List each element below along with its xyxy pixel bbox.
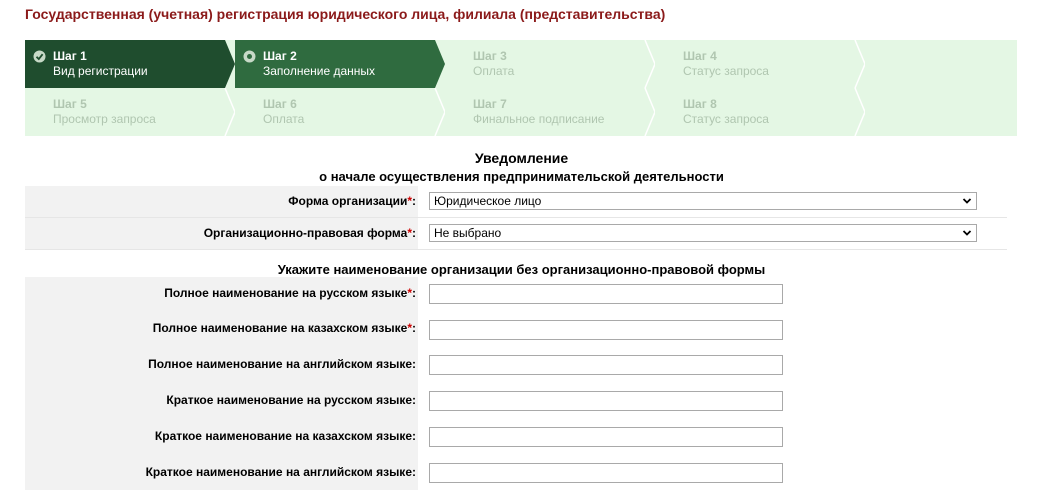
step-2-number: Шаг 2 (263, 49, 297, 63)
notice-title: Уведомление (474, 150, 569, 166)
step-5-number: Шаг 5 (53, 97, 87, 111)
short-name-ru-label: Краткое наименование на русском языке: (166, 393, 416, 407)
legal-form-label-text: Организационно-правовая форма*: (203, 226, 416, 240)
full-name-ru-label: Полное наименование на русском языке*: (164, 286, 416, 300)
wizard-steps: Шаг 1 Вид регистрации Шаг 2 Заполнение д… (25, 40, 1017, 136)
name-field-row: Краткое наименование на русском языке: (25, 382, 1007, 417)
required-mark: * (407, 194, 412, 208)
step-8-label: Статус запроса (683, 112, 769, 126)
step-1-number: Шаг 1 (53, 49, 87, 63)
name-field-label: Краткое наименование на английском языке… (146, 465, 416, 479)
org-form-value: Юридическое лицо (434, 194, 542, 208)
step-5-label: Просмотр запроса (53, 112, 156, 126)
full-name-en-input[interactable] (429, 355, 783, 375)
full-name-kz-label: Полное наименование на казахском языке*: (152, 321, 416, 335)
name-field-label: Полное наименование на английском языке: (148, 357, 416, 371)
step-7-label: Финальное подписание (473, 112, 605, 126)
name-field-row: Полное наименование на английском языке: (25, 347, 1007, 382)
step-8-number: Шаг 8 (683, 97, 717, 111)
wizard-row-1: Шаг 1 Вид регистрации Шаг 2 Заполнение д… (25, 40, 1017, 88)
wizard-row-2: Шаг 5 Просмотр запроса Шаг 6 Оплата Шаг … (25, 88, 1017, 136)
name-field-label: Краткое наименование на русском языке: (166, 393, 416, 407)
step-3-number: Шаг 3 (473, 49, 507, 63)
wizard-step-1[interactable]: Шаг 1 Вид регистрации (25, 40, 235, 88)
wizard-step-4[interactable]: Шаг 4 Статус запроса (655, 40, 865, 88)
wizard-step-6[interactable]: Шаг 6 Оплата (235, 88, 445, 136)
short-name-ru-input[interactable] (429, 391, 783, 411)
legal-form-label: Организационно-правовая форма*: (204, 226, 416, 240)
name-field-row: Краткое наименование на казахском языке: (25, 417, 1007, 452)
short-name-en-input[interactable] (429, 463, 783, 483)
wizard-step-3[interactable]: Шаг 3 Оплата (445, 40, 655, 88)
org-form-row: Форма организации*: Юридическое лицо (25, 186, 1007, 217)
org-form-select[interactable]: Юридическое лицо (429, 192, 977, 210)
name-field-row: Полное наименование на казахском языке*: (25, 312, 1007, 347)
required-mark: * (407, 226, 412, 240)
step-3-label: Оплата (473, 64, 515, 78)
legal-form-row: Организационно-правовая форма*: Не выбра… (25, 218, 1007, 249)
full-name-en-label: Полное наименование на английском языке: (148, 357, 416, 371)
name-field-row: Полное наименование на русском языке*: (25, 277, 1007, 312)
short-name-kz-input[interactable] (429, 427, 783, 447)
org-form-label: Форма организации*: (288, 194, 416, 208)
row-divider (25, 249, 1007, 250)
legal-form-select[interactable]: Не выбрано (429, 224, 977, 242)
step-7-number: Шаг 7 (473, 97, 507, 111)
step-1-label: Вид регистрации (53, 64, 148, 78)
step-2-label: Заполнение данных (263, 64, 376, 78)
step-4-label: Статус запроса (683, 64, 769, 78)
check-icon (33, 50, 46, 63)
step-4-number: Шаг 4 (683, 49, 717, 63)
notice-subtitle: о начале осуществления предпринимательск… (319, 169, 724, 184)
short-name-en-label: Краткое наименование на английском языке… (145, 465, 416, 479)
name-field-label: Краткое наименование на казахском языке: (155, 429, 416, 443)
required-mark: * (407, 321, 412, 335)
step-6-label: Оплата (263, 112, 305, 126)
chevron-down-icon (962, 198, 972, 204)
name-field-label: Полное наименование на русском языке*: (164, 286, 416, 300)
short-name-kz-label: Краткое наименование на казахском языке: (154, 429, 416, 443)
wizard-step-8[interactable]: Шаг 8 Статус запроса (655, 88, 865, 136)
chevron-down-icon (962, 230, 972, 236)
name-field-label: Полное наименование на казахском языке*: (153, 321, 416, 335)
legal-form-value: Не выбрано (434, 226, 502, 240)
check-icon (243, 50, 256, 63)
full-name-kz-input[interactable] (429, 320, 783, 340)
org-form-label-text: Форма организации*: (288, 194, 416, 208)
wizard-step-2[interactable]: Шаг 2 Заполнение данных (235, 40, 445, 88)
wizard-step-5[interactable]: Шаг 5 Просмотр запроса (25, 88, 235, 136)
full-name-ru-input[interactable] (429, 284, 783, 304)
names-section-title: Укажите наименование организации без орг… (277, 262, 766, 277)
step-6-number: Шаг 6 (263, 97, 297, 111)
wizard-step-7[interactable]: Шаг 7 Финальное подписание (445, 88, 655, 136)
page-title: Государственная (учетная) регистрация юр… (25, 6, 666, 22)
required-mark: * (407, 286, 412, 300)
name-field-row: Краткое наименование на английском языке… (25, 452, 1007, 490)
